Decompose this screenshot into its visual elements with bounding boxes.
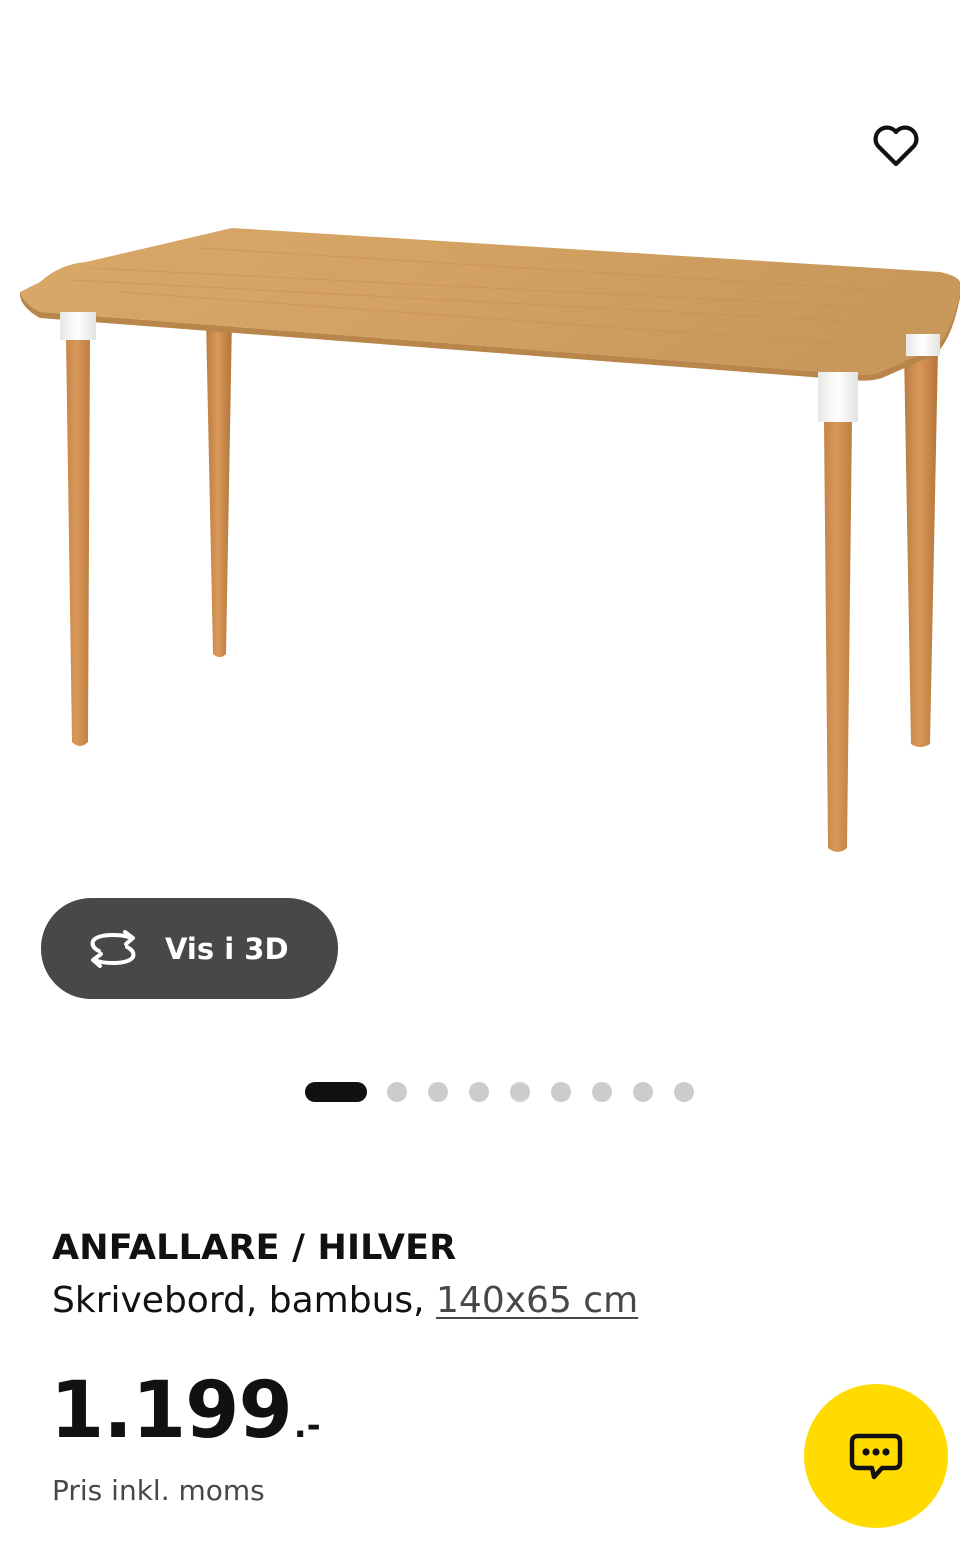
product-price: 1.199 .-: [50, 1366, 321, 1456]
product-description: Skrivebord, bambus, 140x65 cm: [52, 1280, 638, 1321]
price-note: Pris inkl. moms: [52, 1474, 265, 1507]
pager-dot-active[interactable]: [305, 1082, 367, 1102]
product-image: [20, 228, 960, 852]
pager-dot[interactable]: [510, 1082, 530, 1102]
favourite-button[interactable]: [868, 118, 924, 174]
image-pager: [0, 1080, 960, 1104]
chat-button[interactable]: [804, 1384, 948, 1528]
pager-dot[interactable]: [387, 1082, 407, 1102]
heart-outline-icon: [873, 125, 919, 167]
price-integer: 1.199: [50, 1366, 293, 1456]
rotate-3d-icon: [90, 929, 136, 968]
product-type-text: Skrivebord, bambus,: [52, 1280, 437, 1321]
view-in-3d-label: Vis i 3D: [165, 931, 289, 966]
view-in-3d-button[interactable]: Vis i 3D: [41, 898, 338, 999]
pager-dot[interactable]: [428, 1082, 448, 1102]
product-name: ANFALLARE / HILVER: [52, 1228, 457, 1268]
pager-dot[interactable]: [674, 1082, 694, 1102]
product-page: Vis i 3D ANFALLARE / HILVER Skrivebord, …: [0, 0, 960, 1549]
pager-dot[interactable]: [551, 1082, 571, 1102]
pager-dot[interactable]: [592, 1082, 612, 1102]
price-suffix: .-: [293, 1406, 321, 1446]
product-size-link[interactable]: 140x65 cm: [436, 1280, 638, 1321]
pager-dot[interactable]: [633, 1082, 653, 1102]
product-gallery[interactable]: Vis i 3D: [0, 0, 960, 1130]
pager-dot[interactable]: [469, 1082, 489, 1102]
chat-bubble-icon: [849, 1433, 903, 1480]
